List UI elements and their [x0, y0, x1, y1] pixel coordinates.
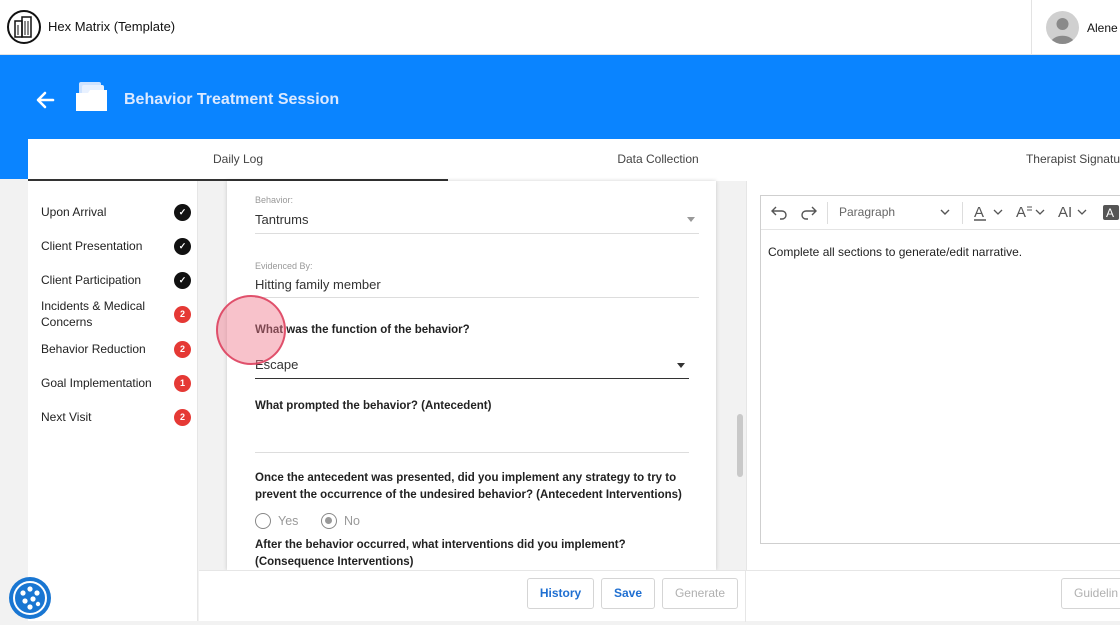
- function-question: What was the function of the behavior?: [255, 324, 470, 336]
- svg-text:AI: AI: [1058, 204, 1072, 221]
- antecedent-interventions-question: Once the antecedent was presented, did y…: [255, 472, 682, 501]
- undo-icon[interactable]: [770, 204, 788, 223]
- editor-toolbar: Paragraph A A AI A: [761, 196, 1120, 230]
- behavior-select[interactable]: Tantrums: [255, 212, 308, 227]
- radio-no-label[interactable]: No: [344, 514, 360, 528]
- paragraph-style-select[interactable]: Paragraph: [839, 205, 895, 219]
- sidebar-item-label: Incidents & Medical Concerns: [41, 299, 146, 329]
- count-badge: 2: [174, 409, 191, 426]
- sidebar-item-client-participation[interactable]: Client Participation ✓: [41, 272, 191, 289]
- check-icon: ✓: [174, 204, 191, 221]
- user-name[interactable]: Alene: [1087, 21, 1118, 35]
- antecedent-question: What prompted the behavior? (Antecedent): [255, 400, 492, 412]
- behavior-caption: Behavior:: [255, 195, 294, 205]
- function-select[interactable]: Escape: [255, 357, 298, 372]
- divider: [745, 571, 746, 622]
- check-icon: ✓: [174, 238, 191, 255]
- svg-text:A: A: [974, 204, 984, 221]
- page-title: Behavior Treatment Session: [124, 91, 340, 108]
- sidebar-item-label: Client Participation: [41, 273, 142, 287]
- user-menu[interactable]: Alene: [1031, 0, 1120, 55]
- app-title: Hex Matrix (Template): [48, 19, 176, 34]
- radio-yes[interactable]: [255, 513, 271, 529]
- action-bar: History Save Generate Guidelin: [199, 570, 1120, 622]
- font-color-icon[interactable]: A: [973, 202, 1009, 225]
- narrative-editor[interactable]: Paragraph A A AI A Complete all sections…: [760, 195, 1120, 544]
- tab-bar: Daily Log Data Collection Therapist Sign…: [28, 139, 1120, 181]
- toolbar-divider: [962, 202, 963, 224]
- save-button[interactable]: Save: [601, 578, 655, 609]
- svg-text:A: A: [1016, 204, 1026, 221]
- avatar[interactable]: [1046, 11, 1079, 44]
- back-arrow-icon[interactable]: [34, 89, 56, 111]
- chevron-down-icon[interactable]: [677, 363, 685, 368]
- font-size-icon[interactable]: A: [1015, 202, 1051, 225]
- antecedent-input[interactable]: [255, 431, 689, 449]
- sidebar-item-behavior-reduction[interactable]: Behavior Reduction 2: [41, 341, 191, 358]
- sidebar-item-incidents-medical[interactable]: Incidents & Medical Concerns 2: [41, 298, 191, 330]
- dots-cluster-icon: [13, 581, 47, 615]
- sidebar-item-next-visit[interactable]: Next Visit 2: [41, 409, 191, 426]
- top-bar: Hex Matrix (Template) Alene: [0, 0, 1120, 55]
- evidenced-caption: Evidenced By:: [255, 261, 313, 271]
- narrative-placeholder: Complete all sections to generate/edit n…: [768, 245, 1023, 259]
- chevron-down-icon[interactable]: [940, 204, 950, 220]
- sidebar-item-label: Client Presentation: [41, 239, 143, 253]
- highlight-icon[interactable]: A: [1103, 204, 1120, 225]
- help-widget-button[interactable]: [9, 577, 51, 619]
- sidebar-item-goal-implementation[interactable]: Goal Implementation 1: [41, 375, 191, 392]
- radio-no[interactable]: [321, 513, 337, 529]
- function-select-underline: [255, 378, 689, 379]
- building-logo-icon[interactable]: [7, 10, 41, 44]
- scrollbar[interactable]: [737, 414, 743, 477]
- document-folder-icon: [74, 79, 110, 115]
- radio-yes-label[interactable]: Yes: [278, 514, 298, 528]
- tab-therapist-signature[interactable]: Therapist Signatu: [868, 139, 1120, 181]
- toolbar-divider: [827, 202, 828, 224]
- form-area: Behavior: Tantrums Evidenced By: Hitting…: [199, 181, 745, 570]
- sidebar-item-label: Next Visit: [41, 410, 92, 424]
- section-nav: Upon Arrival ✓ Client Presentation ✓ Cli…: [28, 181, 198, 621]
- behavior-form-card: Behavior: Tantrums Evidenced By: Hitting…: [227, 181, 716, 570]
- narrative-pane: Paragraph A A AI A Complete all sections…: [746, 181, 1120, 570]
- sidebar-item-label: Upon Arrival: [41, 205, 107, 219]
- check-icon: ✓: [174, 272, 191, 289]
- antecedent-input-underline: [255, 452, 689, 453]
- generate-button[interactable]: Generate: [662, 578, 738, 609]
- tab-data-collection[interactable]: Data Collection: [448, 139, 868, 181]
- consequence-question: After the behavior occurred, what interv…: [255, 539, 626, 568]
- sidebar-item-upon-arrival[interactable]: Upon Arrival ✓: [41, 204, 191, 221]
- text-case-icon[interactable]: AI: [1057, 202, 1093, 225]
- sidebar-item-client-presentation[interactable]: Client Presentation ✓: [41, 238, 191, 255]
- redo-icon[interactable]: [800, 204, 818, 223]
- evidenced-by-field[interactable]: Hitting family member: [255, 277, 381, 292]
- count-badge: 2: [174, 306, 191, 323]
- count-badge: 1: [174, 375, 191, 392]
- svg-text:A: A: [1106, 206, 1114, 220]
- chevron-down-icon[interactable]: [687, 217, 695, 222]
- divider: [255, 297, 699, 298]
- sidebar-item-label: Goal Implementation: [41, 376, 152, 390]
- history-button[interactable]: History: [527, 578, 594, 609]
- guidelines-button[interactable]: Guidelin: [1061, 578, 1120, 609]
- sidebar-item-label: Behavior Reduction: [41, 342, 146, 356]
- count-badge: 2: [174, 341, 191, 358]
- divider: [255, 233, 699, 234]
- tab-daily-log[interactable]: Daily Log: [28, 139, 448, 181]
